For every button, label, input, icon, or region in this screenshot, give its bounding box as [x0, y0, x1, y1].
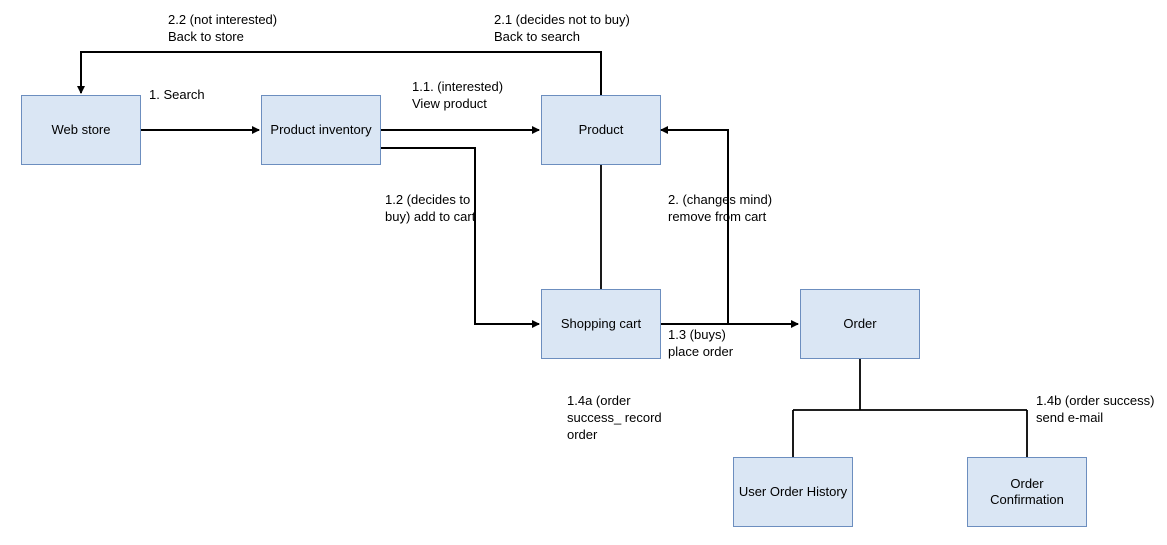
edges-layer — [0, 0, 1167, 545]
edge-add-to-cart — [381, 148, 539, 324]
edge-back-to-store — [81, 52, 601, 95]
diagram-canvas: Web store Product inventory Product Shop… — [0, 0, 1167, 545]
edge-remove-cart — [661, 130, 728, 324]
